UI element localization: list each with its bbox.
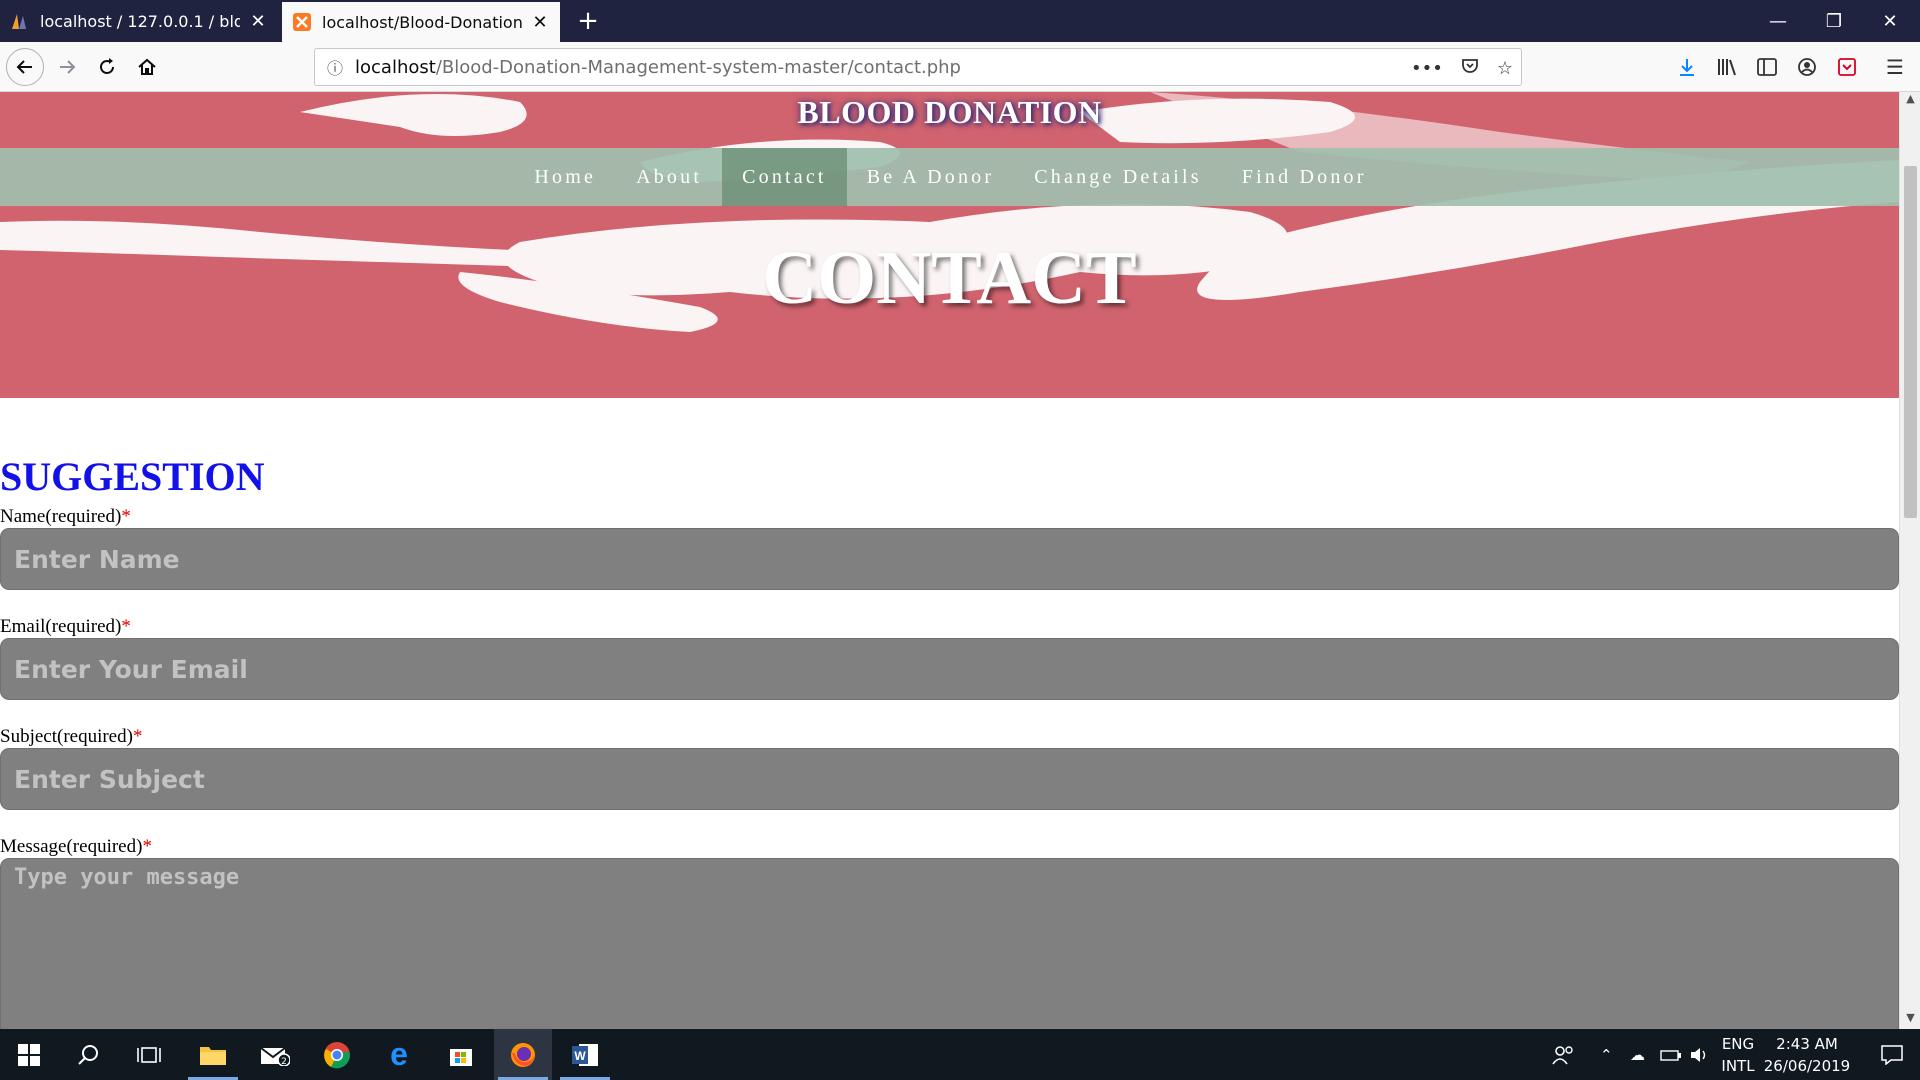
email-input[interactable]: Enter Your Email xyxy=(0,638,1899,700)
firefox-icon[interactable] xyxy=(494,1029,552,1080)
task-view-icon[interactable] xyxy=(120,1029,178,1080)
close-tab-icon[interactable]: ✕ xyxy=(530,12,550,33)
account-icon[interactable] xyxy=(1788,48,1826,86)
page-viewport: BLOOD DONATION Home About Contact Be A D… xyxy=(0,92,1899,1029)
new-tab-button[interactable]: + xyxy=(570,2,606,40)
library-icon[interactable] xyxy=(1708,48,1746,86)
bookmark-star-icon[interactable]: ☆ xyxy=(1497,58,1513,79)
volume-icon[interactable] xyxy=(1690,1029,1710,1080)
windows-taskbar: 2 e W ⌃ ☁ ENG INTL 2:43 AM 26/06/2019 xyxy=(0,1029,1920,1080)
email-label-text: Email(required) xyxy=(0,616,122,637)
action-center-icon[interactable] xyxy=(1864,1029,1920,1080)
windows-start-icon[interactable] xyxy=(0,1029,58,1080)
message-label-text: Message(required) xyxy=(0,836,143,857)
mail-badge: 2 xyxy=(281,1057,287,1066)
site-navigation: Home About Contact Be A Donor Change Det… xyxy=(0,148,1899,206)
hero-banner: BLOOD DONATION Home About Contact Be A D… xyxy=(0,92,1899,398)
mail-icon[interactable]: 2 xyxy=(246,1029,304,1080)
back-button[interactable] xyxy=(6,48,44,86)
tab-title: localhost / 127.0.0.1 / bld_dntn xyxy=(40,11,240,31)
name-label-text: Name(required) xyxy=(0,506,122,527)
required-marker: * xyxy=(121,506,131,527)
svg-text:W: W xyxy=(574,1049,586,1063)
xampp-icon xyxy=(292,12,312,32)
message-textarea[interactable]: Type your message xyxy=(0,858,1899,1029)
nav-change-details[interactable]: Change Details xyxy=(1014,148,1222,206)
show-hidden-icons-icon[interactable]: ⌃ xyxy=(1600,1029,1613,1080)
search-icon[interactable] xyxy=(60,1029,118,1080)
home-button[interactable] xyxy=(128,48,166,86)
nav-home[interactable]: Home xyxy=(514,148,616,206)
clock-date: 26/06/2019 xyxy=(1763,1057,1851,1075)
form-heading: SUGGESTION xyxy=(0,454,265,499)
subject-input[interactable]: Enter Subject xyxy=(0,748,1899,810)
url-host: localhost xyxy=(355,56,436,78)
message-label: Message(required)* xyxy=(0,836,1899,858)
suggestion-form: SUGGESTION Name(required)* Enter Name Em… xyxy=(0,448,1899,1029)
message-placeholder: Type your message xyxy=(14,865,240,890)
email-placeholder: Enter Your Email xyxy=(14,654,248,684)
tab-blood-donation[interactable]: localhost/Blood-Donation-Man ✕ xyxy=(282,2,560,42)
nav-find-donor[interactable]: Find Donor xyxy=(1222,148,1387,206)
required-marker: * xyxy=(142,836,152,857)
subject-placeholder: Enter Subject xyxy=(14,764,205,794)
menu-icon[interactable]: ☰ xyxy=(1876,48,1914,86)
subject-label: Subject(required)* xyxy=(0,726,1899,748)
battery-icon[interactable] xyxy=(1660,1029,1682,1080)
minimize-button[interactable]: — xyxy=(1750,0,1806,42)
phpmyadmin-icon xyxy=(10,11,30,31)
pocket-icon[interactable] xyxy=(1461,57,1479,80)
site-title: BLOOD DONATION xyxy=(797,94,1102,130)
email-label: Email(required)* xyxy=(0,616,1899,638)
edge-icon[interactable]: e xyxy=(370,1029,428,1080)
pocket-list-icon[interactable] xyxy=(1828,48,1866,86)
name-label: Name(required)* xyxy=(0,506,1899,528)
reload-button[interactable] xyxy=(88,48,126,86)
people-icon[interactable] xyxy=(1552,1029,1574,1080)
site-info-icon[interactable]: ⓘ xyxy=(315,55,355,79)
page-scrollbar[interactable]: ▲ ▼ xyxy=(1899,92,1920,1029)
chrome-icon[interactable] xyxy=(308,1029,366,1080)
tab-bar: localhost / 127.0.0.1 / bld_dntn ✕ local… xyxy=(0,0,1920,42)
url-path: /Blood-Donation-Management-system-master… xyxy=(435,56,961,78)
nav-be-a-donor[interactable]: Be A Donor xyxy=(847,148,1015,206)
required-marker: * xyxy=(121,616,131,637)
scrollbar-thumb[interactable] xyxy=(1904,166,1917,518)
name-placeholder: Enter Name xyxy=(14,544,180,574)
forward-button[interactable] xyxy=(48,48,86,86)
tab-phpmyadmin[interactable]: localhost / 127.0.0.1 / bld_dntn ✕ xyxy=(0,0,278,42)
window-close-button[interactable]: ✕ xyxy=(1862,0,1918,42)
tab-title: localhost/Blood-Donation-Man xyxy=(322,12,522,32)
nav-contact[interactable]: Contact xyxy=(722,148,847,206)
sidebar-icon[interactable] xyxy=(1748,48,1786,86)
subject-label-text: Subject(required) xyxy=(0,726,133,747)
file-explorer-icon[interactable] xyxy=(184,1029,242,1080)
name-input[interactable]: Enter Name xyxy=(0,528,1899,590)
store-icon[interactable] xyxy=(432,1029,490,1080)
onedrive-icon[interactable]: ☁ xyxy=(1630,1029,1645,1080)
required-marker: * xyxy=(132,726,143,747)
address-bar[interactable]: ⓘ localhost /Blood-Donation-Management-s… xyxy=(314,48,1522,86)
browser-toolbar: ⓘ localhost /Blood-Donation-Management-s… xyxy=(0,42,1920,92)
scroll-down-arrow-icon[interactable]: ▼ xyxy=(1900,1011,1920,1029)
word-icon[interactable]: W xyxy=(556,1029,614,1080)
page-title: CONTACT xyxy=(762,236,1137,320)
nav-about[interactable]: About xyxy=(616,148,722,206)
restore-button[interactable]: ❐ xyxy=(1806,0,1862,42)
scroll-up-arrow-icon[interactable]: ▲ xyxy=(1900,92,1920,110)
clock-time: 2:43 AM xyxy=(1776,1035,1838,1053)
downloads-icon[interactable] xyxy=(1668,48,1706,86)
page-actions-icon[interactable]: ••• xyxy=(1411,58,1443,79)
clock[interactable]: 2:43 AM 26/06/2019 xyxy=(1752,1033,1862,1077)
close-tab-icon[interactable]: ✕ xyxy=(248,11,268,32)
